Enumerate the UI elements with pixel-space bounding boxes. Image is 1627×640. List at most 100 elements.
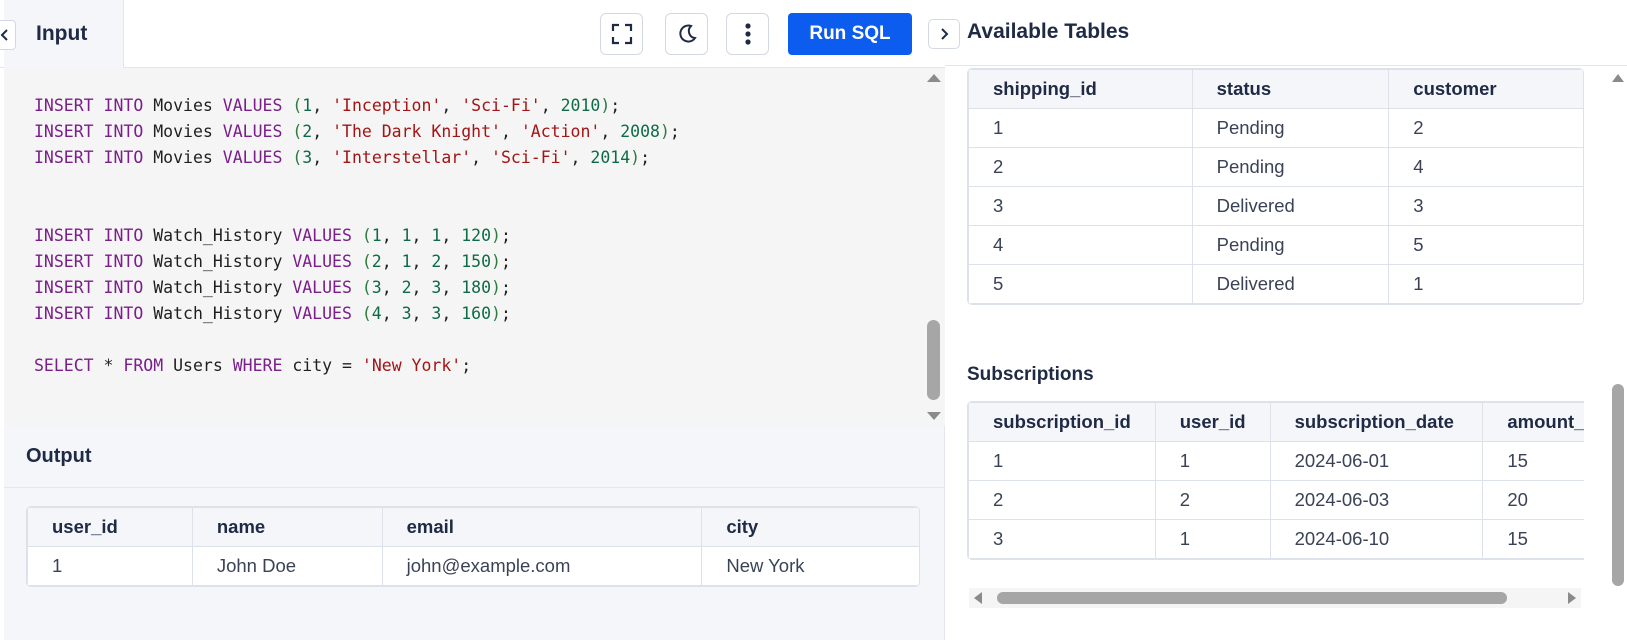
table-cell: 1 bbox=[1388, 264, 1583, 304]
table-cell: 2 bbox=[1154, 480, 1271, 520]
column-header: subscription_id bbox=[968, 402, 1156, 442]
query-panel: Input Run SQL INSERT INTO Movies VALUES … bbox=[0, 0, 945, 640]
moon-icon bbox=[678, 24, 697, 43]
table-header-row: user_id name email city bbox=[27, 507, 919, 547]
table-cell: 2 bbox=[1388, 108, 1583, 148]
shipping-table-wrap: shipping_id status customer 1 Pending 2 2 Pend… bbox=[967, 68, 1584, 305]
table-cell: Delivered bbox=[1191, 186, 1390, 226]
editor-scroll-thumb[interactable] bbox=[927, 320, 940, 400]
table-cell: 1 bbox=[1154, 519, 1271, 559]
chevron-left-icon bbox=[0, 29, 8, 41]
available-tables-panel: Available Tables shipping_id status custom… bbox=[928, 0, 1627, 640]
table-cell: 5 bbox=[968, 264, 1193, 304]
tables-vscrollbar[interactable] bbox=[1608, 66, 1627, 640]
fullscreen-button[interactable] bbox=[600, 13, 643, 55]
table-cell: 2024-06-01 bbox=[1269, 441, 1484, 481]
hscroll-thumb[interactable] bbox=[997, 592, 1507, 604]
code-line[interactable]: SELECT * FROM Users WHERE city = 'New Yo… bbox=[34, 356, 471, 375]
table-cell: 4 bbox=[1388, 147, 1583, 187]
code-line[interactable]: INSERT INTO Watch_History VALUES (2, 1, … bbox=[34, 252, 511, 271]
scroll-down-arrow-icon[interactable] bbox=[927, 412, 941, 420]
output-table-wrap: user_id name email city 1 John Doe john@examp… bbox=[26, 506, 920, 587]
code-line[interactable]: INSERT INTO Movies VALUES (3, 'Interstel… bbox=[34, 148, 650, 167]
subscriptions-hscrollbar[interactable] bbox=[969, 588, 1581, 608]
tab-input-label: Input bbox=[36, 22, 88, 45]
table-cell: Pending bbox=[1191, 108, 1390, 148]
table-cell: Pending bbox=[1191, 225, 1390, 265]
scroll-right-arrow-icon[interactable] bbox=[1568, 592, 1576, 604]
table-cell: 2024-06-10 bbox=[1269, 519, 1484, 559]
table-row: 2 Pending 4 bbox=[968, 147, 1583, 187]
column-header: user_id bbox=[1154, 402, 1271, 442]
available-tables-header: Available Tables bbox=[945, 0, 1627, 66]
scroll-left-arrow-icon[interactable] bbox=[974, 592, 982, 604]
code-line[interactable]: INSERT INTO Movies VALUES (2, 'The Dark … bbox=[34, 122, 680, 141]
column-header: user_id bbox=[27, 507, 193, 547]
table-row: 1 Pending 2 bbox=[968, 108, 1583, 148]
tables-scroll-thumb[interactable] bbox=[1612, 384, 1624, 586]
table-cell: 1 bbox=[1154, 441, 1271, 481]
collapse-right-button[interactable] bbox=[928, 19, 960, 49]
table-cell: 3 bbox=[968, 186, 1193, 226]
output-area: user_id name email city 1 John Doe john@examp… bbox=[4, 488, 944, 640]
run-sql-button[interactable]: Run SQL bbox=[788, 13, 912, 55]
more-vertical-icon bbox=[744, 23, 751, 45]
code-line[interactable]: INSERT INTO Movies VALUES (1, 'Inception… bbox=[34, 96, 620, 115]
column-header: email bbox=[381, 507, 703, 547]
table-cell: 2 bbox=[968, 147, 1193, 187]
table-cell: John Doe bbox=[191, 546, 383, 586]
table-cell: 15 bbox=[1482, 441, 1584, 481]
subscriptions-table-wrap: subscription_id user_id subscription_date a… bbox=[967, 401, 1584, 560]
table-cell: New York bbox=[701, 546, 919, 586]
table-row: 4 Pending 5 bbox=[968, 225, 1583, 265]
table-row: 2 2 2024-06-03 20 bbox=[968, 480, 1584, 520]
table-cell: 2024-06-03 bbox=[1269, 480, 1484, 520]
table-cell: 1 bbox=[968, 108, 1193, 148]
table-cell: john@example.com bbox=[381, 546, 703, 586]
table-cell: 3 bbox=[968, 519, 1156, 559]
table-row: 1 1 2024-06-01 15 bbox=[968, 441, 1584, 481]
table-row: 3 1 2024-06-10 15 bbox=[968, 519, 1584, 559]
more-options-button[interactable] bbox=[726, 13, 769, 55]
table-cell: 5 bbox=[1388, 225, 1583, 265]
output-table: user_id name email city 1 John Doe john@examp… bbox=[27, 507, 919, 586]
code-line[interactable]: INSERT INTO Watch_History VALUES (3, 2, … bbox=[34, 278, 511, 297]
column-header: subscription_date bbox=[1269, 402, 1484, 442]
output-title: Output bbox=[26, 445, 92, 467]
column-header: shipping_id bbox=[968, 69, 1193, 109]
code-line[interactable]: INSERT INTO Watch_History VALUES (1, 1, … bbox=[34, 226, 511, 245]
shipping-table: shipping_id status customer 1 Pending 2 2 Pend… bbox=[968, 69, 1583, 304]
table-row: 5 Delivered 1 bbox=[968, 264, 1583, 304]
chevron-right-icon bbox=[941, 28, 949, 40]
table-cell: Pending bbox=[1191, 147, 1390, 187]
table-row: 1 John Doe john@example.com New York bbox=[27, 546, 919, 586]
table-header-row: shipping_id status customer bbox=[968, 69, 1583, 109]
table-cell: 15 bbox=[1482, 519, 1584, 559]
table-cell: 2 bbox=[968, 480, 1156, 520]
table-cell: Delivered bbox=[1191, 264, 1390, 304]
output-header: Output bbox=[4, 426, 944, 488]
available-tables-title: Available Tables bbox=[967, 20, 1130, 43]
column-header: amount_ bbox=[1482, 402, 1584, 442]
column-header: city bbox=[701, 507, 919, 547]
tab-input[interactable]: Input bbox=[4, 0, 124, 68]
fullscreen-icon bbox=[611, 23, 632, 45]
code-line[interactable]: INSERT INTO Watch_History VALUES (4, 3, … bbox=[34, 304, 511, 323]
table-cell: 20 bbox=[1482, 480, 1584, 520]
table-cell: 1 bbox=[27, 546, 193, 586]
column-header: name bbox=[191, 507, 383, 547]
editor-scrollbar[interactable] bbox=[922, 68, 945, 426]
subscriptions-title: Subscriptions bbox=[967, 364, 1094, 385]
table-row: 3 Delivered 3 bbox=[968, 186, 1583, 226]
collapse-left-button[interactable] bbox=[0, 20, 16, 50]
editor-toolbar: Input Run SQL bbox=[0, 0, 945, 68]
table-cell: 3 bbox=[1388, 186, 1583, 226]
scroll-up-arrow-icon[interactable] bbox=[927, 74, 941, 82]
subscriptions-table: subscription_id user_id subscription_date a… bbox=[968, 402, 1584, 559]
scroll-up-arrow-icon[interactable] bbox=[1612, 74, 1624, 82]
table-cell: 1 bbox=[968, 441, 1156, 481]
column-header: status bbox=[1191, 69, 1390, 109]
column-header: customer bbox=[1388, 69, 1583, 109]
sql-editor[interactable]: INSERT INTO Movies VALUES (1, 'Inception… bbox=[4, 68, 922, 426]
theme-toggle-button[interactable] bbox=[665, 13, 708, 55]
